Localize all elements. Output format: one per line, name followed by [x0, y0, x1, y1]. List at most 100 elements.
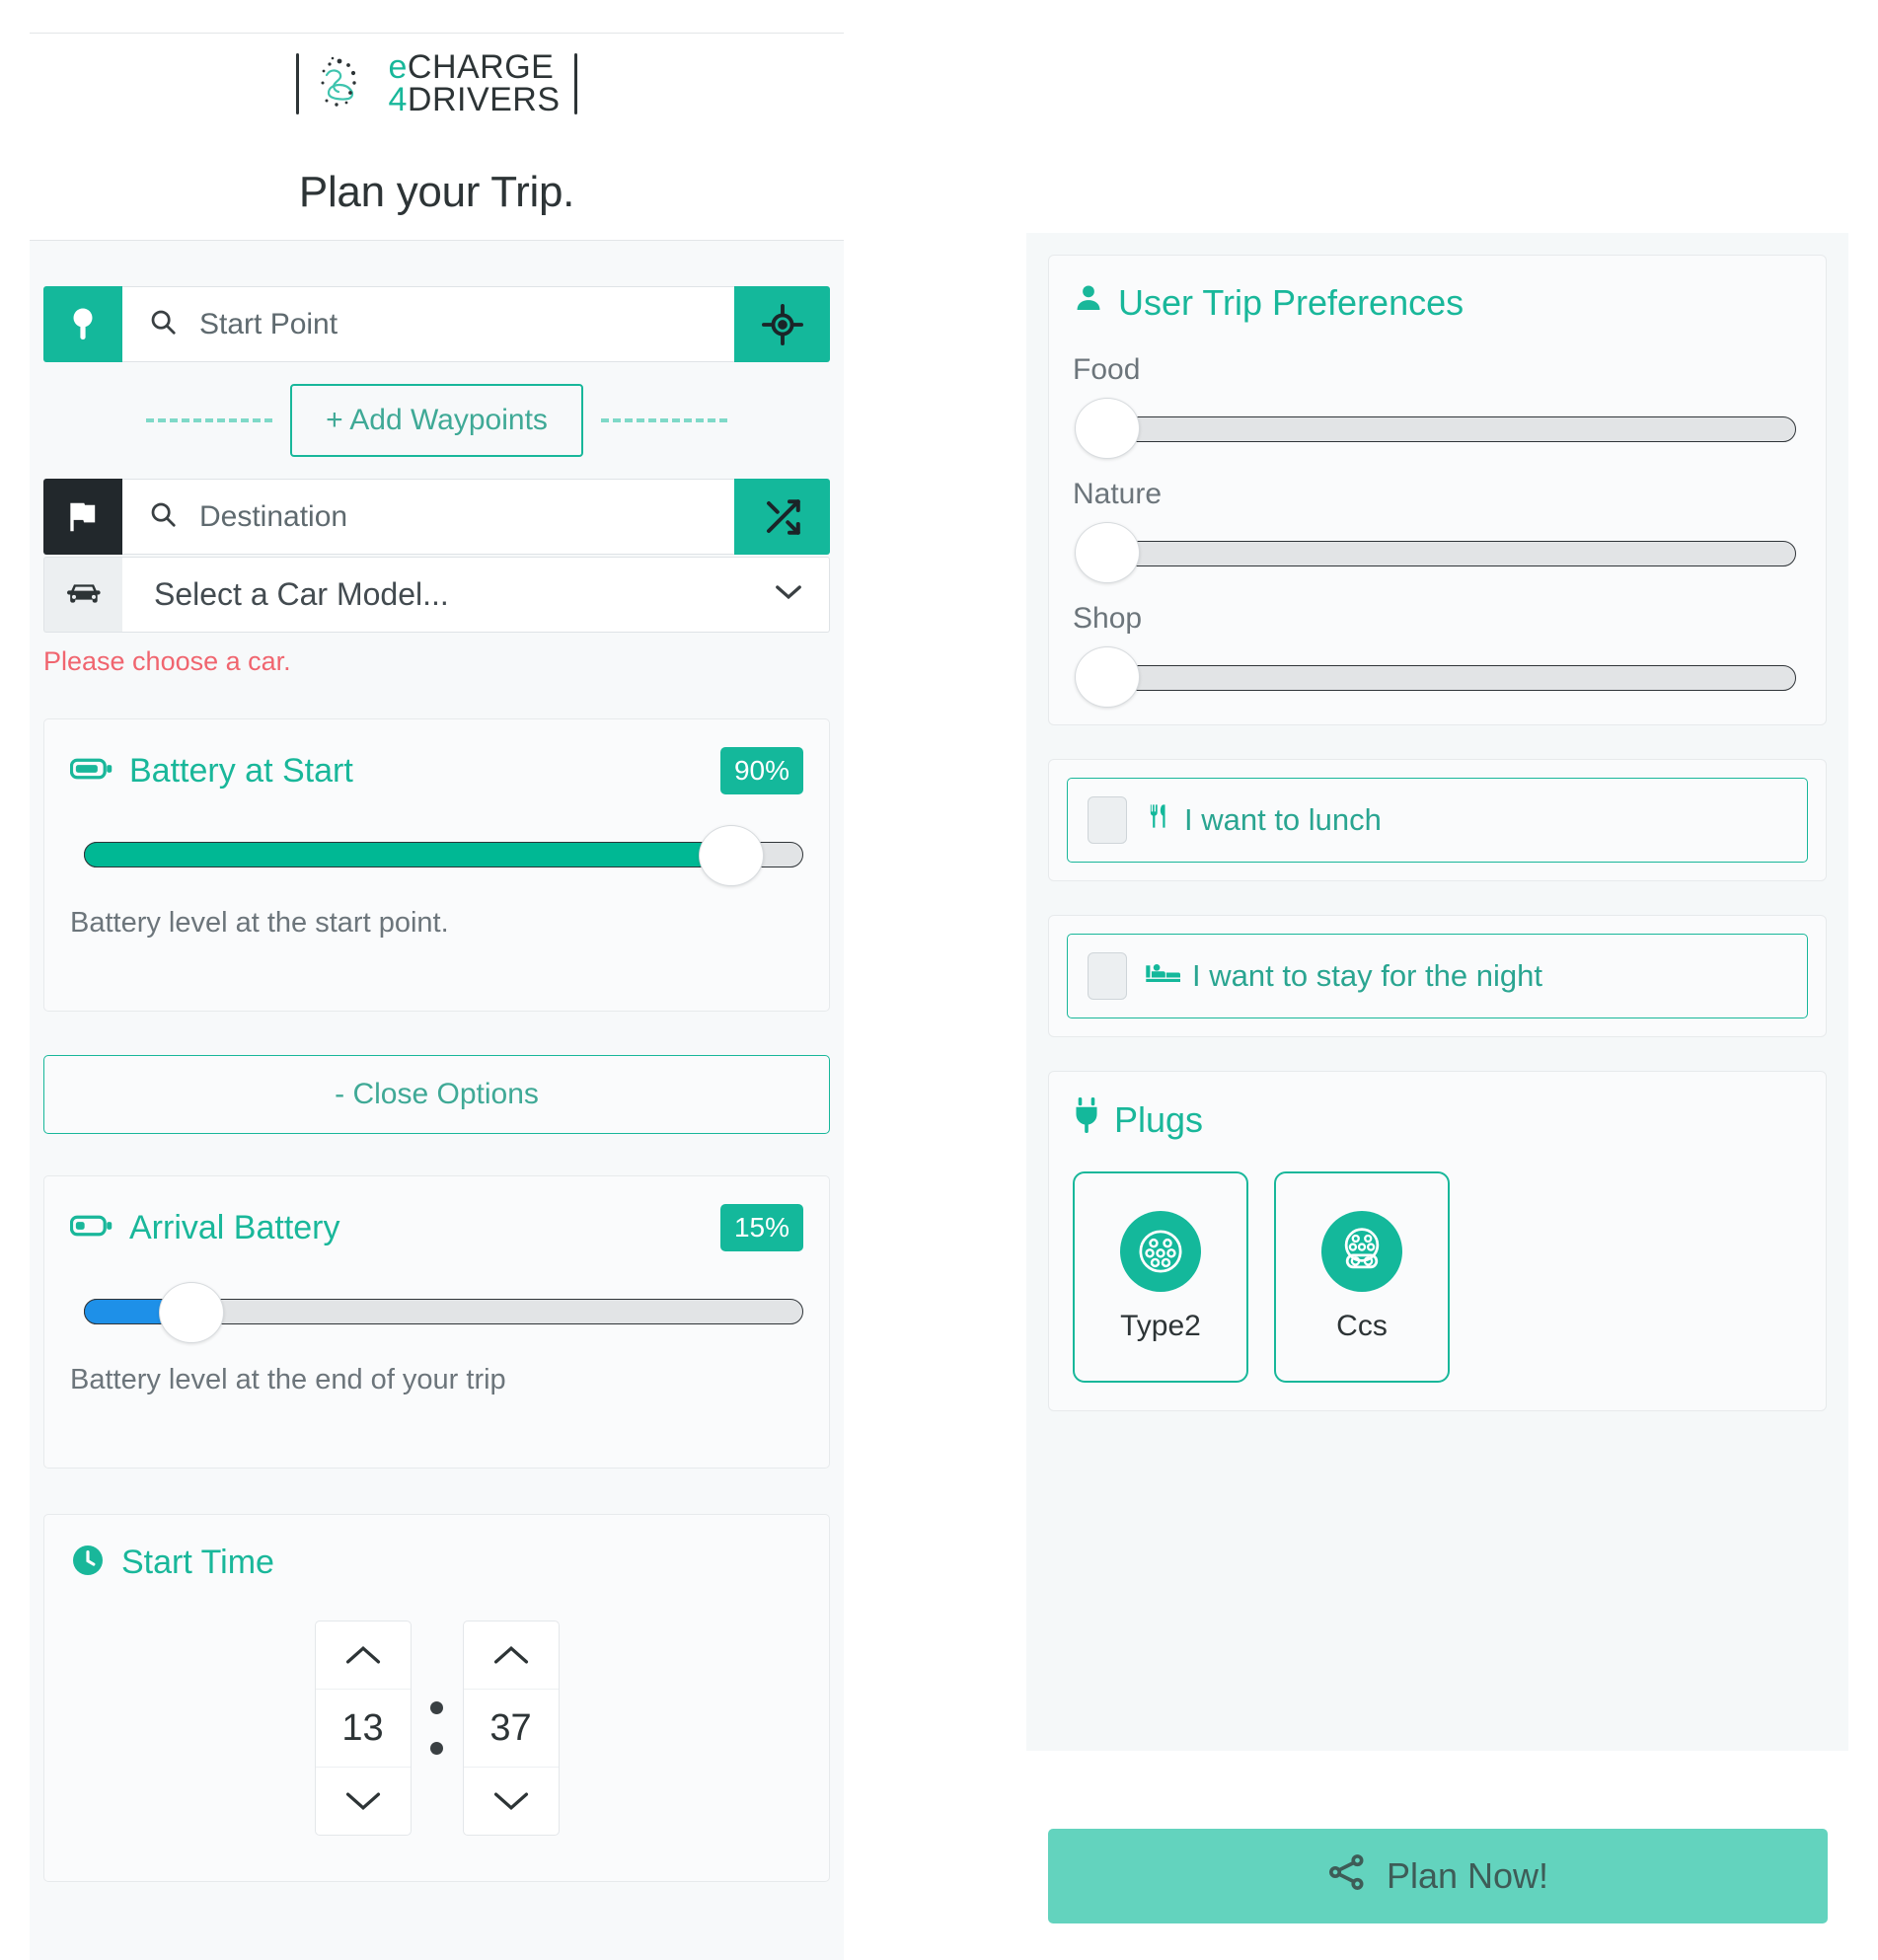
start-time-title: Start Time [121, 1544, 274, 1581]
destination-row: Destination [43, 479, 830, 555]
pref-nature: Nature [1073, 478, 1802, 583]
destination-placeholder: Destination [199, 499, 348, 533]
battery-at-start-card: Battery at Start 90% Battery level at th… [43, 718, 830, 1012]
slider-knob[interactable] [1075, 646, 1140, 708]
hours-increment-button[interactable] [316, 1621, 411, 1689]
shuffle-icon[interactable] [734, 479, 830, 555]
start-time-card: Start Time 13 37 [43, 1514, 830, 1882]
slider-track [1087, 541, 1796, 566]
lunch-option-label: I want to lunch [1184, 802, 1382, 837]
lunch-option-row[interactable]: I want to lunch [1067, 778, 1808, 863]
trip-form-panel: Start Point + Add Waypoints Destination … [30, 241, 844, 1960]
search-icon [148, 499, 178, 534]
plugs-title: Plugs [1114, 1098, 1204, 1140]
battery-at-start-slider[interactable] [70, 825, 803, 886]
battery-at-start-header: Battery at Start 90% [69, 747, 803, 794]
night-option-label: I want to stay for the night [1192, 958, 1542, 993]
card-bottom-spacer [70, 1396, 803, 1434]
close-options-button[interactable]: - Close Options [43, 1055, 830, 1134]
battery-at-start-help: Battery level at the start point. [70, 907, 449, 939]
lunch-option-card: I want to lunch [1048, 759, 1827, 881]
right-column: User Trip Preferences Food Nature Shop I… [1026, 233, 1848, 1751]
minutes-increment-button[interactable] [464, 1621, 559, 1689]
left-column: eCHARGE 4DRIVERS Plan your Trip. Start P… [30, 0, 844, 1960]
slider-track [1087, 416, 1796, 442]
battery-icon [69, 756, 113, 787]
minutes-decrement-button[interactable] [464, 1768, 559, 1835]
brand-e-letter: e [388, 48, 408, 86]
slider-knob[interactable] [1075, 398, 1140, 459]
car-model-error: Please choose a car. [43, 646, 291, 676]
minutes-value[interactable]: 37 [463, 1689, 559, 1768]
brand-name-line2: 4DRIVERS [388, 81, 561, 119]
plugs-card: Plugs Type2 Ccs [1048, 1071, 1827, 1411]
slider-fill [84, 842, 732, 867]
slider-knob[interactable] [159, 1282, 225, 1343]
lunch-checkbox[interactable] [1088, 796, 1127, 844]
arrival-battery-card: Arrival Battery 15% Battery level at the… [43, 1175, 830, 1469]
brand-charge-text: CHARGE [407, 48, 555, 86]
night-option-label-wrap: I want to stay for the night [1145, 958, 1542, 994]
waypoint-dash-right [600, 418, 727, 422]
clock-icon [70, 1543, 106, 1583]
pref-nature-slider[interactable] [1073, 522, 1802, 583]
pref-shop-slider[interactable] [1073, 646, 1802, 708]
plugs-header: Plugs [1073, 1097, 1802, 1142]
slider-knob[interactable] [699, 825, 765, 886]
arrival-battery-title: Arrival Battery [129, 1208, 340, 1246]
night-checkbox[interactable] [1088, 952, 1127, 1000]
type2-connector-icon [1120, 1211, 1201, 1292]
battery-icon [69, 1213, 113, 1244]
pref-shop-label: Shop [1073, 602, 1143, 635]
start-point-input[interactable]: Start Point [122, 286, 734, 362]
pref-nature-label: Nature [1073, 478, 1163, 510]
map-pin-icon [43, 286, 122, 362]
user-trip-preferences-card: User Trip Preferences Food Nature Shop [1048, 255, 1827, 725]
car-model-select[interactable]: Select a Car Model... [122, 557, 830, 633]
plugs-grid: Type2 Ccs [1073, 1171, 1802, 1383]
card-bottom-spacer [70, 940, 803, 977]
waypoint-dash-left [146, 418, 273, 422]
hours-value[interactable]: 13 [315, 1689, 411, 1768]
user-trip-preferences-title: User Trip Preferences [1118, 281, 1465, 323]
brand-logo: eCHARGE 4DRIVERS [30, 48, 844, 119]
brand-name-line1: eCHARGE [388, 48, 560, 86]
start-point-row: Start Point [43, 286, 830, 362]
plug-option-ccs[interactable]: Ccs [1274, 1171, 1450, 1383]
pref-food-slider[interactable] [1073, 398, 1802, 459]
preferences-panel: User Trip Preferences Food Nature Shop I… [1026, 233, 1848, 1751]
plug-option-ccs-label: Ccs [1336, 1310, 1388, 1342]
destination-input[interactable]: Destination [122, 479, 734, 555]
pref-food-label: Food [1073, 353, 1141, 386]
plan-now-label: Plan Now! [1386, 1855, 1549, 1896]
pref-food: Food [1073, 353, 1802, 459]
plug-icon [1073, 1097, 1100, 1142]
search-icon [148, 307, 178, 341]
flag-icon [43, 479, 122, 555]
car-model-row: Select a Car Model... [43, 557, 830, 633]
brand-drivers-text: DRIVERS [407, 81, 561, 119]
battery-at-start-badge: 90% [719, 747, 803, 794]
slider-knob[interactable] [1075, 522, 1140, 583]
add-waypoints-row: + Add Waypoints [43, 362, 830, 479]
start-time-stepper: 13 37 [70, 1621, 803, 1836]
crosshair-locate-icon[interactable] [734, 286, 830, 362]
top-divider [30, 33, 844, 34]
plug-option-type2-label: Type2 [1120, 1310, 1201, 1342]
arrival-battery-slider[interactable] [70, 1282, 803, 1343]
night-option-row[interactable]: I want to stay for the night [1067, 934, 1808, 1018]
trip-planner-page: eCHARGE 4DRIVERS Plan your Trip. Start P… [0, 0, 1878, 1960]
lunch-option-label-wrap: I want to lunch [1145, 800, 1382, 840]
slider-track [1087, 665, 1796, 691]
plan-now-button[interactable]: Plan Now! [1048, 1829, 1828, 1923]
pref-shop: Shop [1073, 602, 1802, 708]
add-waypoints-button[interactable]: + Add Waypoints [290, 384, 583, 457]
brand-divider-left [296, 53, 300, 115]
battery-at-start-title: Battery at Start [129, 751, 353, 790]
hours-spinner: 13 [314, 1621, 412, 1836]
route-share-icon [1327, 1851, 1369, 1902]
plug-option-type2[interactable]: Type2 [1073, 1171, 1248, 1383]
chevron-down-icon [774, 582, 803, 607]
hours-decrement-button[interactable] [316, 1768, 411, 1835]
brand-divider-right [573, 53, 577, 115]
